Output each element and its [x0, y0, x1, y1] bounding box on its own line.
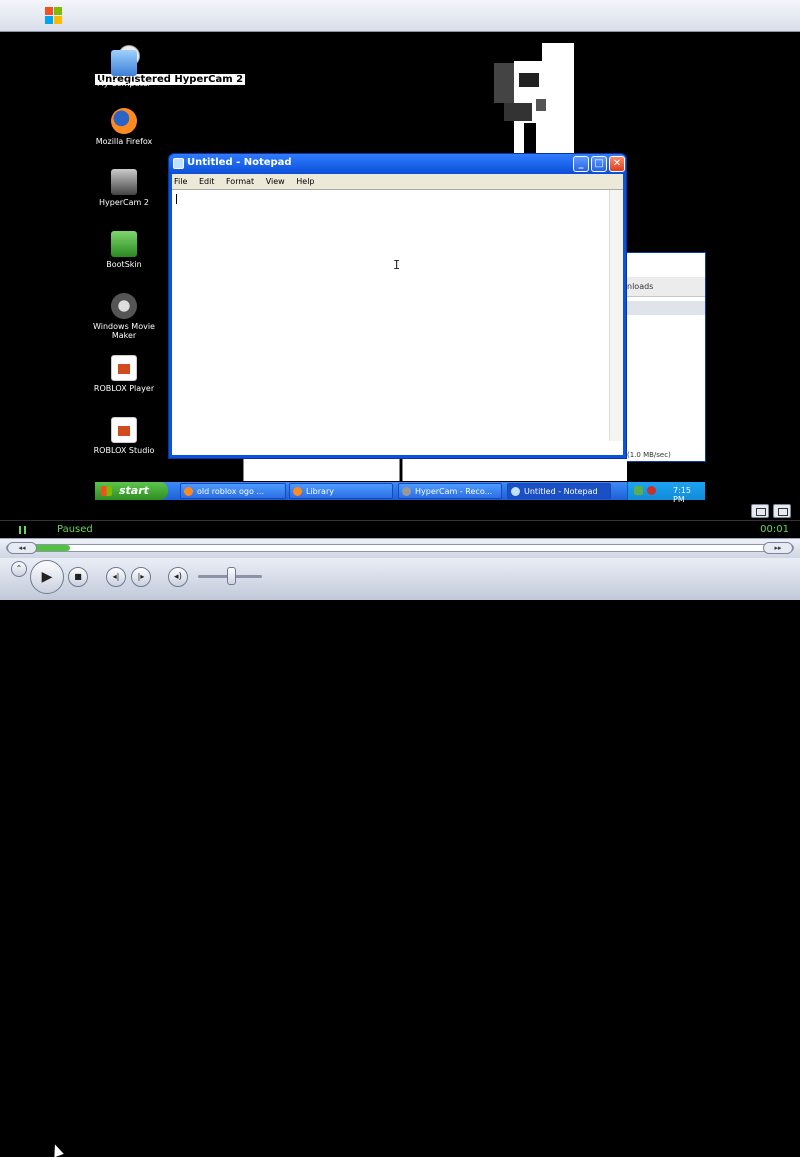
- windows-logo-icon: [45, 7, 63, 25]
- taskbar-button-roblox-logo[interactable]: old roblox ogo ...: [180, 483, 286, 499]
- taskbar-button-hypercam[interactable]: HyperCam - Reco...: [398, 483, 502, 499]
- hypercam-icon: [111, 169, 137, 195]
- desktop-icon-bootskin[interactable]: BootSkin: [89, 231, 159, 269]
- text-caret: [176, 194, 177, 204]
- firefox-icon: [293, 487, 302, 496]
- player-controls: ⌃ ▶ ■ ◂| |▸ ◂): [0, 558, 800, 1157]
- seek-bar[interactable]: [6, 544, 794, 552]
- stop-button[interactable]: ■: [68, 567, 88, 587]
- desktop-icon-roblox-studio[interactable]: ROBLOX Studio: [89, 417, 159, 455]
- close-button[interactable]: ✕: [609, 156, 625, 172]
- player-top-bar: [0, 0, 800, 32]
- desktop-icon-firefox[interactable]: Mozilla Firefox: [89, 108, 159, 146]
- firefox-icon: [111, 108, 137, 134]
- menu-edit[interactable]: Edit: [199, 177, 215, 186]
- xp-taskbar: start old roblox ogo ... Library HyperCa…: [95, 482, 705, 504]
- firefox-icon: [184, 487, 193, 496]
- video-area[interactable]: Unregistered HyperCam 2 My Computer Mozi…: [0, 32, 800, 520]
- notepad-text-area[interactable]: I: [172, 189, 623, 455]
- hypercam-icon: [402, 487, 411, 496]
- desktop-icon-roblox-player[interactable]: ROBLOX Player: [89, 355, 159, 393]
- background-window[interactable]: nloads (1.0 MB/sec): [624, 252, 706, 462]
- notepad-menubar: File Edit Format View Help: [172, 174, 623, 189]
- elapsed-time: 00:01: [760, 524, 789, 535]
- desktop-wallpaper-photo: [474, 43, 574, 153]
- vertical-scrollbar[interactable]: [609, 190, 623, 441]
- address-field[interactable]: nloads: [625, 277, 705, 297]
- desktop-icon-movie-maker[interactable]: Windows Movie Maker: [89, 293, 159, 340]
- previous-button[interactable]: ◂|: [106, 567, 126, 587]
- network-icon[interactable]: [634, 486, 643, 495]
- play-button[interactable]: ▶: [30, 560, 64, 594]
- minimize-button[interactable]: _: [573, 156, 589, 172]
- maximize-button[interactable]: □: [591, 156, 607, 172]
- tray-clock: 7:15 PM: [673, 486, 691, 504]
- menu-help[interactable]: Help: [296, 177, 314, 186]
- ibeam-cursor-icon: I: [393, 258, 401, 272]
- fast-forward-button[interactable]: ▸▸: [763, 542, 793, 554]
- roblox-icon: [111, 355, 137, 381]
- notepad-title: Untitled - Notepad: [187, 157, 292, 168]
- fullscreen-button[interactable]: [773, 504, 791, 518]
- background-window-panel: [243, 459, 400, 481]
- mute-button[interactable]: ◂): [168, 567, 188, 587]
- start-button[interactable]: start: [95, 482, 168, 500]
- menu-file[interactable]: File: [174, 177, 187, 186]
- computer-icon: [111, 50, 137, 76]
- background-window-panel: [402, 459, 627, 481]
- taskbar-button-notepad[interactable]: Untitled - Notepad: [507, 483, 611, 499]
- volume-thumb[interactable]: [227, 567, 236, 585]
- bootskin-icon: [111, 231, 137, 257]
- menu-format[interactable]: Format: [226, 177, 254, 186]
- next-button[interactable]: |▸: [131, 567, 151, 587]
- shuffle-button[interactable]: ⌃: [11, 561, 27, 577]
- desktop-icon-my-computer[interactable]: My Computer: [89, 50, 159, 88]
- notepad-icon: [173, 158, 184, 169]
- notepad-icon: [511, 487, 520, 496]
- notepad-window[interactable]: Untitled - Notepad _ □ ✕ File Edit Forma…: [168, 153, 627, 459]
- pause-status-icon: [19, 526, 26, 534]
- roblox-studio-icon: [111, 417, 137, 443]
- compact-mode-button[interactable]: [751, 504, 769, 518]
- mouse-pointer-icon: [50, 1142, 64, 1157]
- seek-bar-area: ◂◂ ▸▸: [0, 538, 800, 558]
- notepad-titlebar[interactable]: Untitled - Notepad _ □ ✕: [169, 154, 626, 174]
- security-icon[interactable]: [647, 486, 656, 495]
- desktop-icon-hypercam[interactable]: HyperCam 2: [89, 169, 159, 207]
- rewind-button[interactable]: ◂◂: [7, 542, 37, 554]
- film-reel-icon: [111, 293, 137, 319]
- system-tray: 7:15 PM: [627, 482, 705, 504]
- transfer-rate: (1.0 MB/sec): [627, 451, 671, 459]
- taskbar-button-library[interactable]: Library: [289, 483, 393, 499]
- menu-view[interactable]: View: [266, 177, 285, 186]
- player-status-bar: Paused 00:01: [0, 520, 800, 538]
- list-header: [625, 301, 705, 315]
- playback-status: Paused: [57, 524, 93, 535]
